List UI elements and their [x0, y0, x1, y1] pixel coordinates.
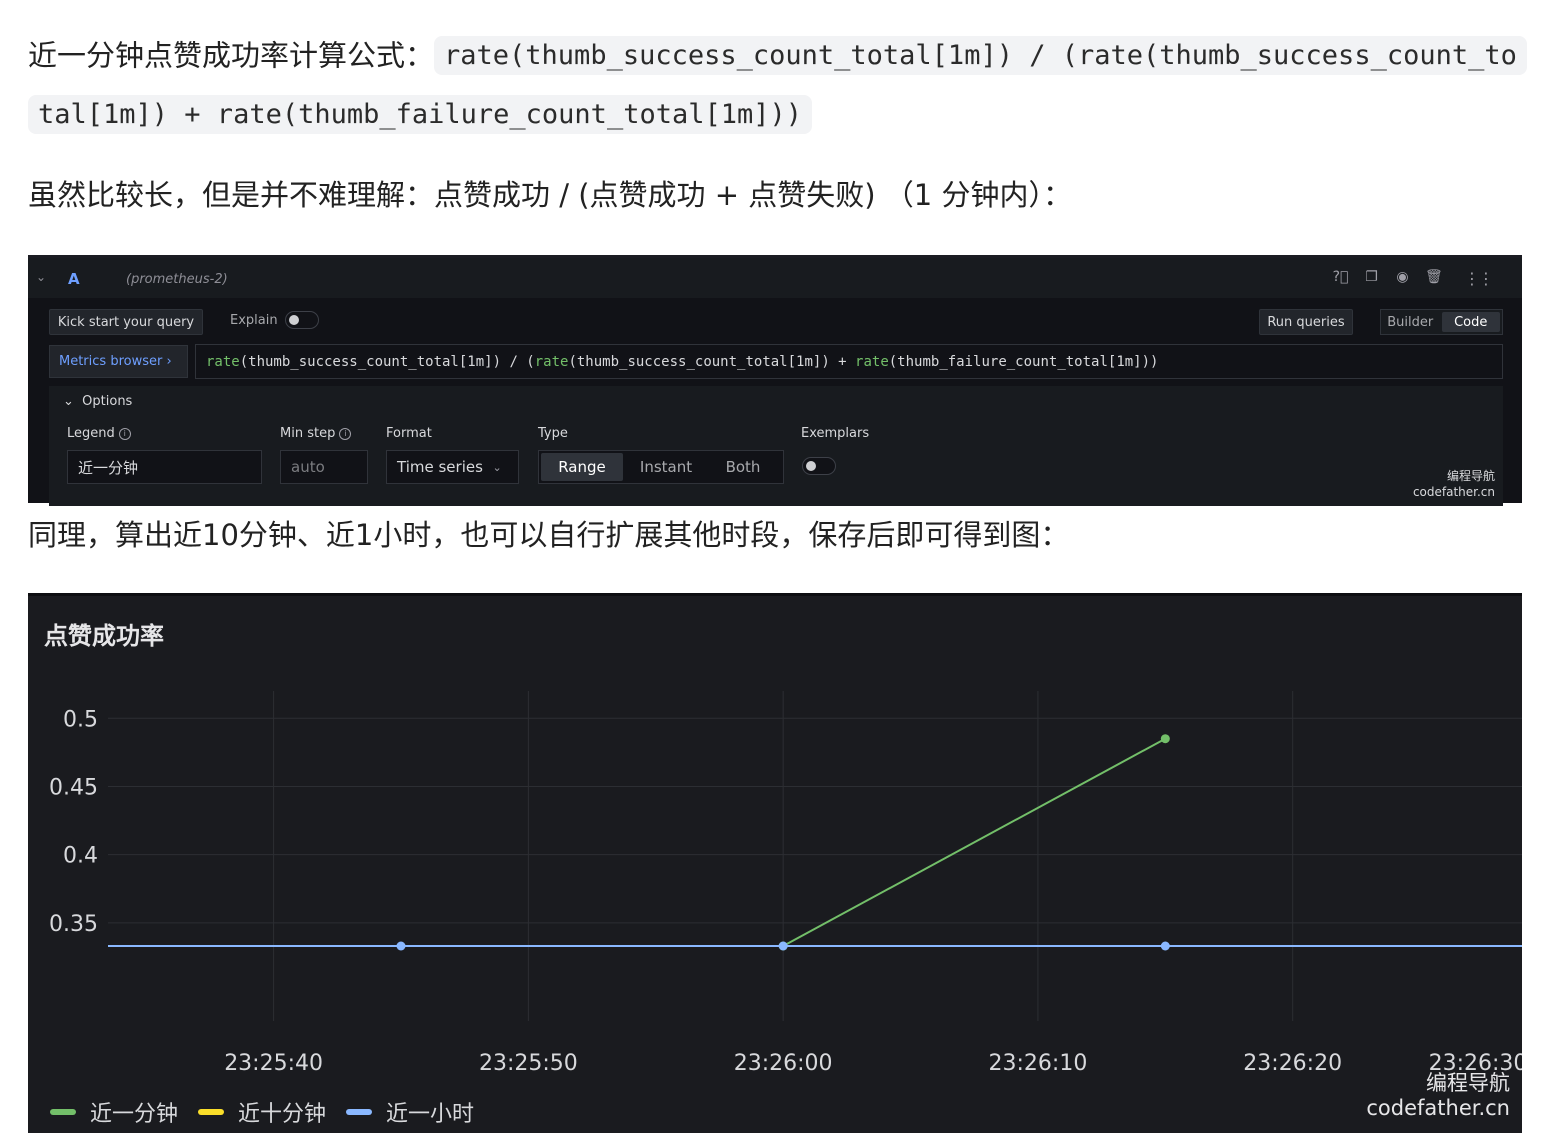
- series-point-2: [1160, 941, 1170, 951]
- min-step-label-wrap: Min step i: [280, 426, 352, 441]
- formula-paragraph: 近一分钟点赞成功率计算公式： rate(thumb_success_count_t…: [28, 26, 1527, 143]
- format-value: Time series: [397, 458, 483, 476]
- chevron-down-icon: ⌄: [492, 460, 502, 474]
- chart-watermark-en: codefather.cn: [1366, 1096, 1510, 1120]
- duplicate-icon[interactable]: ❐: [1363, 269, 1380, 286]
- exemplars-toggle[interactable]: [802, 457, 836, 475]
- options-toggle[interactable]: ⌄ Options: [63, 394, 132, 409]
- query-editor-panel: ⌄ A (prometheus-2) ?⃝ ❐ ◉ 🗑 ⋮⋮ Kick star…: [28, 255, 1522, 506]
- legend-label: Legend: [67, 426, 115, 441]
- y-tick-label: 0.4: [63, 844, 98, 869]
- help-icon[interactable]: ?⃝: [1332, 269, 1349, 286]
- kick-start-button[interactable]: Kick start your query: [49, 309, 203, 335]
- explain-toggle[interactable]: [285, 311, 319, 329]
- query-row-header: ⌄ A (prometheus-2) ?⃝ ❐ ◉ 🗑 ⋮⋮: [28, 258, 1522, 298]
- editor-watermark: 编程导航 codefather.cn: [1413, 468, 1495, 500]
- legend-label-10min: 近十分钟: [238, 1102, 327, 1127]
- query-arg-3: (thumb_failure_count_total[1m])): [888, 353, 1159, 370]
- legend-label-1min: 近一分钟: [90, 1102, 179, 1127]
- series-point-0: [1160, 734, 1170, 744]
- options-chevron-icon: ⌄: [63, 394, 74, 409]
- query-fn-3: rate: [855, 353, 889, 370]
- legend-item-1h[interactable]: 近一小时: [346, 1096, 474, 1128]
- format-label: Format: [386, 426, 432, 441]
- followup-paragraph: 同理，算出近10分钟、近1小时，也可以自行扩展其他时段，保存后即可得到图：: [28, 518, 1070, 552]
- type-both-option[interactable]: Both: [707, 451, 779, 483]
- query-fn-2: rate: [534, 353, 569, 370]
- legend-label-1h: 近一小时: [386, 1102, 475, 1127]
- type-label: Type: [538, 426, 568, 441]
- chart-panel: 点赞成功率 0.35 0.4 0.45 0.5 23:25:40 23:25:50 23:2…: [28, 593, 1522, 1133]
- y-tick-label: 0.5: [63, 707, 98, 732]
- legend-input[interactable]: 近一分钟: [67, 450, 262, 484]
- legend-info-icon[interactable]: i: [118, 427, 131, 440]
- x-tick-label: 23:25:40: [224, 1051, 323, 1076]
- chart-legend: 近一分钟 近十分钟 近一小时: [50, 1096, 494, 1128]
- eye-icon[interactable]: ◉: [1394, 269, 1411, 286]
- collapse-chevron-icon[interactable]: ⌄: [36, 270, 46, 284]
- x-tick-label: 23:26:20: [1243, 1051, 1342, 1076]
- legend-swatch-10min: [198, 1109, 225, 1115]
- legend-label-wrap: Legend i: [67, 426, 131, 441]
- run-queries-button[interactable]: Run queries: [1259, 309, 1353, 335]
- editor-watermark-cn: 编程导航: [1446, 469, 1495, 483]
- trash-icon[interactable]: 🗑: [1425, 269, 1443, 286]
- exemplars-label: Exemplars: [801, 426, 870, 441]
- explain-paragraph: 虽然比较长，但是并不难理解：点赞成功 / (点赞成功 + 点赞失败) （1 分钟…: [28, 178, 1072, 212]
- editor-watermark-en: codefather.cn: [1412, 485, 1495, 499]
- chart-watermark-cn: 编程导航: [1426, 1071, 1510, 1095]
- format-select[interactable]: Time series ⌄: [386, 450, 519, 484]
- min-step-input[interactable]: auto: [280, 450, 368, 484]
- series-line-0: [782, 737, 1166, 947]
- editor-mode-switch: Builder Code: [1380, 309, 1503, 335]
- legend-swatch-1min: [50, 1109, 76, 1115]
- legend-swatch-1h: [346, 1109, 373, 1115]
- type-radio-group: Range Instant Both: [538, 450, 784, 484]
- x-tick-label: 23:25:50: [479, 1051, 578, 1076]
- series-point-2: [778, 941, 788, 951]
- y-tick-label: 0.45: [49, 775, 98, 800]
- min-step-info-icon[interactable]: i: [339, 427, 352, 440]
- chart-watermark: 编程导航 codefather.cn: [1366, 1071, 1510, 1121]
- builder-mode-button[interactable]: Builder: [1381, 310, 1440, 334]
- formula-label: 近一分钟点赞成功率计算公式：: [28, 38, 435, 73]
- legend-item-10min[interactable]: 近十分钟: [198, 1096, 326, 1128]
- y-tick-label: 0.35: [49, 912, 98, 937]
- query-fn-1: rate: [206, 353, 240, 370]
- query-arg-1: (thumb_success_count_total[1m]) / (: [239, 353, 535, 370]
- drag-handle-icon[interactable]: ⋮⋮: [1464, 269, 1494, 288]
- metrics-browser-button[interactable]: Metrics browser ›: [49, 345, 188, 378]
- query-arg-2: (thumb_success_count_total[1m]) +: [568, 353, 856, 370]
- x-tick-label: 23:26:10: [989, 1051, 1088, 1076]
- series-point-2: [396, 941, 406, 951]
- chart-svg: 0.35 0.4 0.45 0.5 23:25:40 23:25:50 23:26:00 23…: [49, 691, 1522, 1076]
- type-range-option[interactable]: Range: [541, 453, 623, 481]
- min-step-label: Min step: [280, 426, 336, 441]
- code-mode-button[interactable]: Code: [1441, 312, 1500, 332]
- options-section: ⌄ Options Legend i 近一分钟 Min step i auto Fo…: [49, 386, 1503, 506]
- explain-label: Explain: [230, 313, 278, 328]
- query-letter[interactable]: A: [68, 270, 80, 288]
- x-tick-label: 23:26:00: [734, 1051, 833, 1076]
- options-label: Options: [82, 394, 133, 409]
- type-instant-option[interactable]: Instant: [625, 451, 707, 483]
- query-input[interactable]: rate (thumb_success_count_total[1m]) / (r…: [195, 344, 1503, 379]
- legend-item-1min[interactable]: 近一分钟: [50, 1096, 178, 1128]
- query-row-actions: ?⃝ ❐ ◉ 🗑 ⋮⋮: [1332, 269, 1494, 288]
- datasource-name: (prometheus-2): [126, 272, 228, 287]
